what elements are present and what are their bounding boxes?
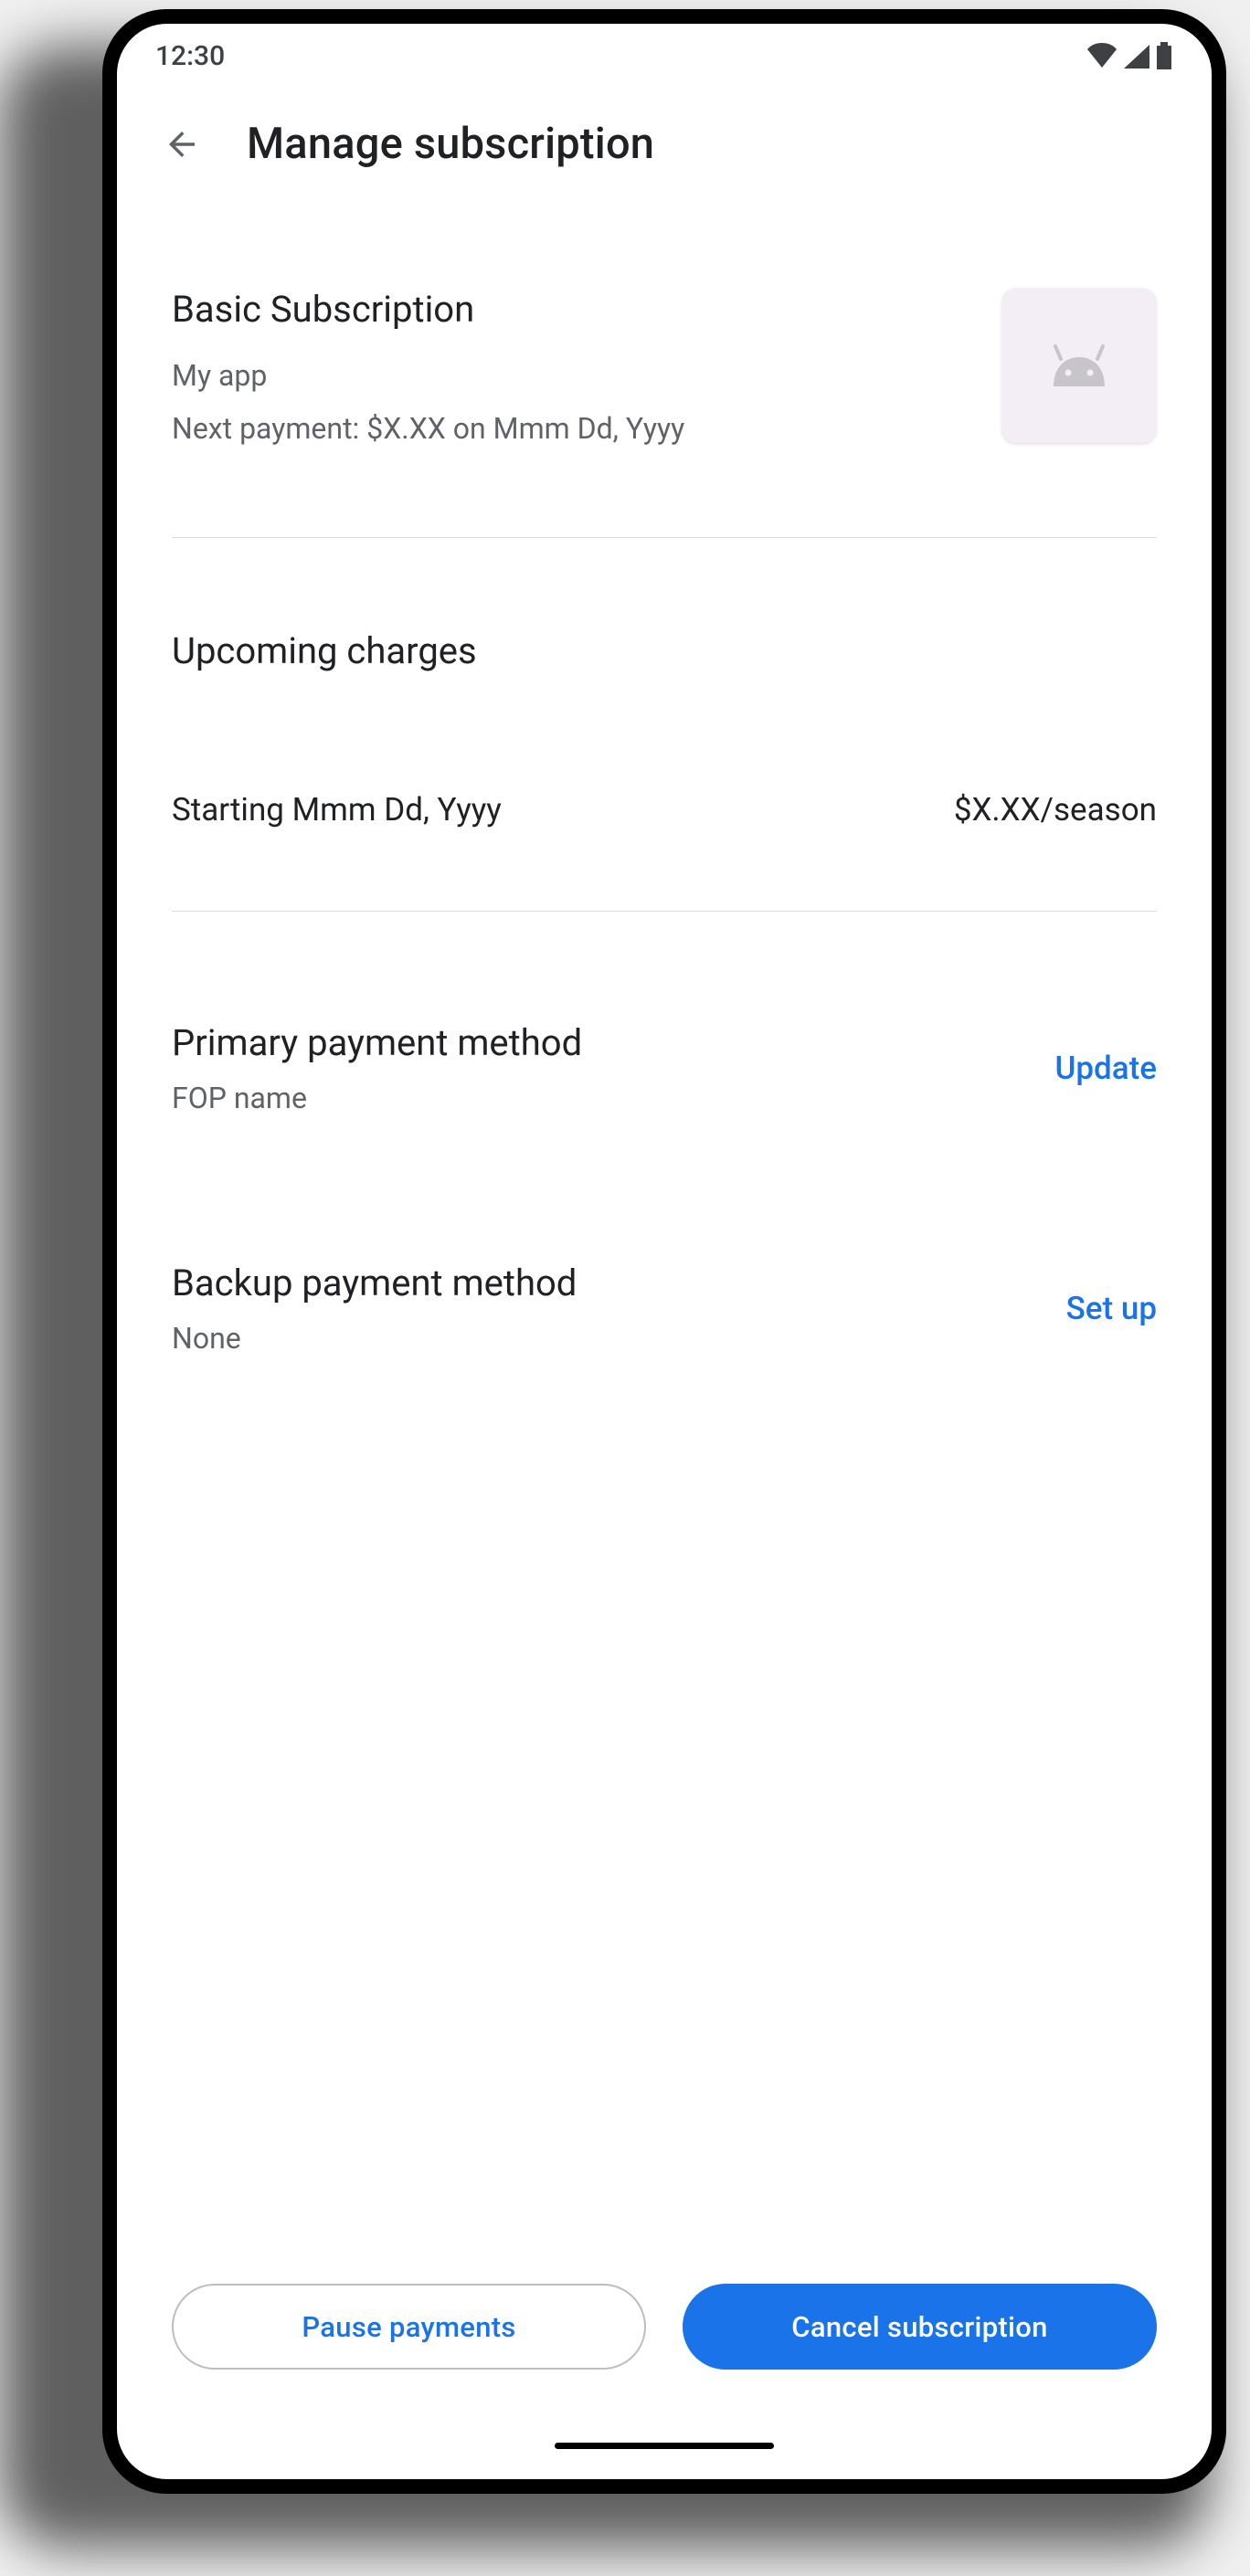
back-arrow-icon[interactable] [163, 125, 201, 164]
upcoming-charges-heading: Upcoming charges [172, 538, 1157, 672]
backup-payment-value: None [172, 1321, 577, 1356]
navigation-bar [117, 2443, 1212, 2479]
battery-icon [1155, 42, 1173, 69]
setup-backup-link[interactable]: Set up [1066, 1290, 1157, 1327]
bottom-action-bar: Pause payments Cancel subscription [117, 2284, 1212, 2443]
cancel-subscription-button[interactable]: Cancel subscription [683, 2284, 1157, 2370]
backup-payment-row: Backup payment method None Set up [172, 1115, 1157, 1356]
primary-payment-row: Primary payment method FOP name Update [172, 912, 1157, 1115]
page-title: Manage subscription [247, 119, 654, 169]
wifi-icon [1086, 43, 1118, 69]
subscription-header: Basic Subscription My app Next payment: … [172, 169, 1157, 446]
phone-frame: 12:30 Manage subsc [102, 9, 1226, 2494]
status-time: 12:30 [155, 40, 225, 72]
cellular-icon [1122, 43, 1151, 69]
app-bar: Manage subscription [117, 88, 1212, 169]
app-icon [1001, 288, 1157, 443]
upcoming-charge-price: $X.XX/season [954, 791, 1157, 829]
subscription-app-name: My app [172, 358, 684, 393]
subscription-next-payment: Next payment: $X.XX on Mmm Dd, Yyyy [172, 411, 684, 446]
backup-payment-label: Backup payment method [172, 1262, 577, 1304]
android-icon [1044, 344, 1114, 386]
status-bar: 12:30 [117, 24, 1212, 88]
pause-payments-button[interactable]: Pause payments [172, 2284, 646, 2370]
subscription-title: Basic Subscription [172, 288, 684, 331]
upcoming-charge-date: Starting Mmm Dd, Yyyy [172, 791, 502, 829]
update-payment-link[interactable]: Update [1054, 1050, 1157, 1087]
primary-payment-value: FOP name [172, 1081, 582, 1115]
status-icons [1086, 42, 1173, 69]
home-indicator[interactable] [555, 2443, 774, 2449]
primary-payment-label: Primary payment method [172, 1021, 582, 1064]
content: Basic Subscription My app Next payment: … [117, 169, 1212, 2284]
screen: 12:30 Manage subsc [117, 24, 1212, 2479]
upcoming-charge-row: Starting Mmm Dd, Yyyy $X.XX/season [172, 672, 1157, 829]
